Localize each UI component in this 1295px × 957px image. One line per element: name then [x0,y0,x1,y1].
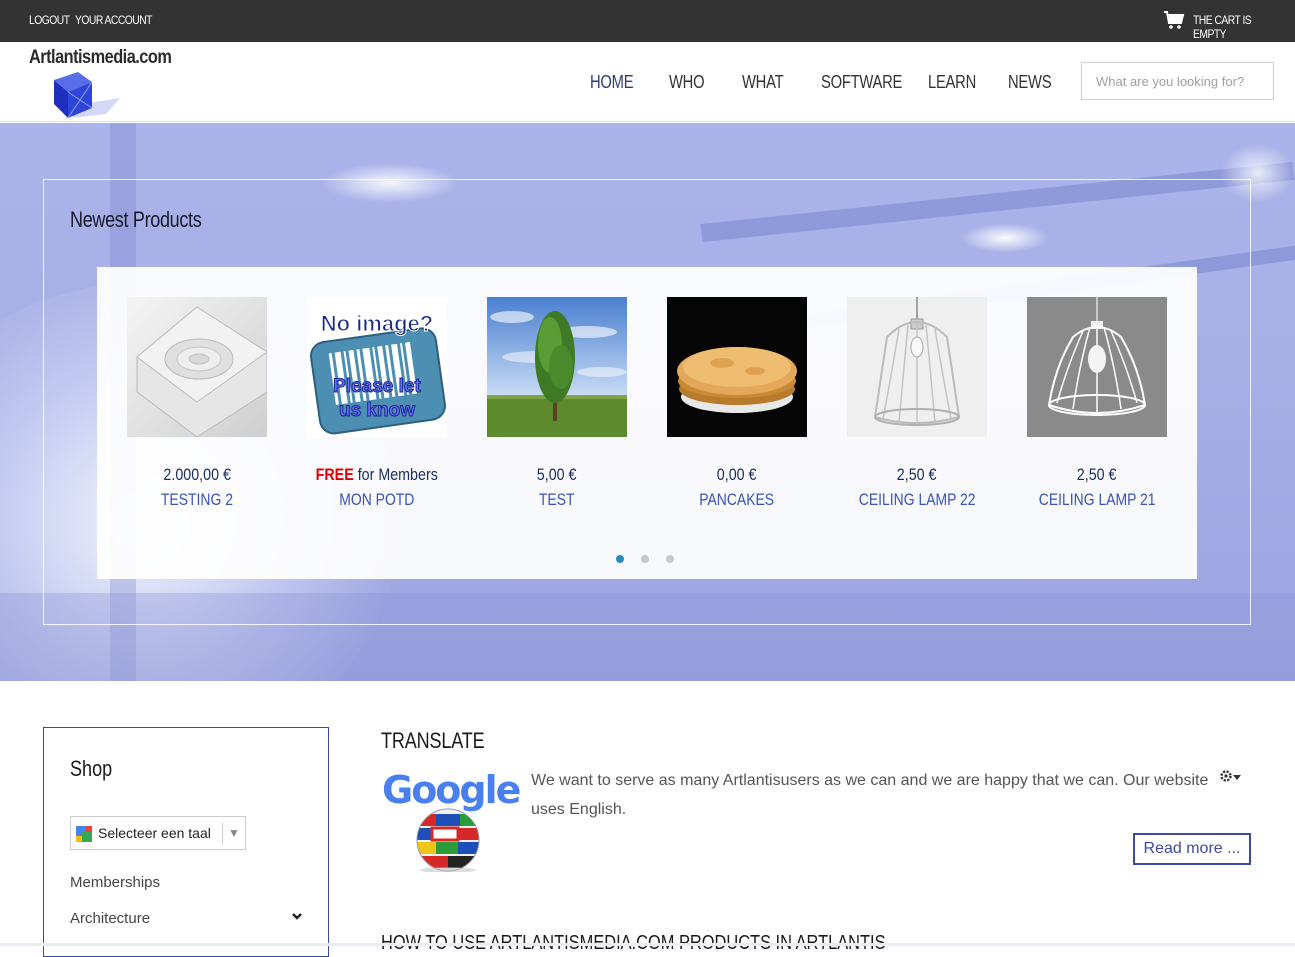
product-name-link[interactable]: CEILING LAMP 22 [827,490,1007,510]
language-select[interactable]: Selecteer een taal ▼ [70,816,246,850]
free-badge: FREE [315,465,354,484]
translate-title: TRANSLATE [381,728,485,753]
gear-dropdown-icon[interactable] [1219,769,1245,787]
price-suffix: for Members [353,465,439,484]
select-divider [222,823,223,845]
google-translate-logo: Google [380,768,521,872]
dropdown-arrow-icon: ▼ [228,826,240,840]
top-bar: LOGOUT YOUR ACCOUNT THE CART IS EMPTY [0,0,1295,42]
carousel-dot-3[interactable] [666,555,674,563]
globe-flags-icon [416,808,480,872]
nav-software[interactable]: SOFTWARE [821,72,902,93]
product-card[interactable]: 0,00 € PANCAKES [667,297,807,527]
cube-logo-icon[interactable] [48,70,124,122]
product-thumbnail[interactable]: No image? Please let us know [307,297,447,437]
product-name-link[interactable]: TEST [467,490,647,510]
shop-link-memberships[interactable]: Memberships [70,874,160,891]
product-price: 2,50 € [1077,465,1117,484]
product-card[interactable]: No image? Please let us know FREE for Me… [307,297,447,527]
product-thumbnail[interactable] [1027,297,1167,437]
product-name-link[interactable]: CEILING LAMP 21 [1007,490,1187,510]
nav-news[interactable]: NEWS [1008,72,1052,93]
shop-link-architecture[interactable]: Architecture [70,910,150,927]
no-image-text: Please let [333,376,422,398]
account-link[interactable]: YOUR ACCOUNT [75,13,152,27]
product-card[interactable]: 2,50 € CEILING LAMP 21 [1027,297,1167,527]
carousel-dot-2[interactable] [641,555,649,563]
no-image-text: No image? [320,311,434,337]
no-image-text: us know [338,400,415,422]
chevron-down-icon[interactable] [290,912,304,922]
product-price: 2.000,00 € [163,465,231,484]
search-input[interactable] [1081,62,1274,100]
hero-banner: Newest Products 2.000,00 € TESTING 2 No … [0,123,1295,681]
read-more-button[interactable]: Read more ... [1133,833,1251,865]
carousel-dot-1[interactable] [616,555,624,563]
site-header: Artlantismedia.com HOME WHO WHAT SOFTWAR… [0,42,1295,122]
nav-home[interactable]: HOME [590,72,634,93]
product-thumbnail[interactable] [487,297,627,437]
product-name-link[interactable]: TESTING 2 [107,490,287,510]
nav-learn[interactable]: LEARN [928,72,976,93]
product-card[interactable]: 2,50 € CEILING LAMP 22 [847,297,987,527]
cart-status[interactable]: THE CART IS EMPTY [1193,13,1281,41]
product-card[interactable]: 2.000,00 € TESTING 2 [127,297,267,527]
product-price: FREE for Members [287,465,467,485]
shop-title: Shop [70,756,113,781]
language-select-label: Selecteer een taal [98,825,211,841]
translate-description: We want to serve as many Artlantisusers … [531,772,1209,818]
product-price: 0,00 € [717,465,757,484]
product-card[interactable]: 5,00 € TEST [487,297,627,527]
logout-link[interactable]: LOGOUT [29,13,70,27]
product-thumbnail[interactable] [127,297,267,437]
product-thumbnail[interactable] [847,297,987,437]
product-name-link[interactable]: PANCAKES [647,490,827,510]
google-translate-icon [76,826,92,842]
site-name[interactable]: Artlantismedia.com [29,47,172,69]
product-price: 5,00 € [537,465,577,484]
shop-sidebar: Shop Selecteer een taal ▼ Memberships Ar… [43,727,329,957]
nav-what[interactable]: WHAT [742,72,784,93]
product-thumbnail[interactable] [667,297,807,437]
nav-who[interactable]: WHO [669,72,705,93]
cart-icon[interactable] [1163,10,1185,30]
product-carousel: 2.000,00 € TESTING 2 No image? Please le… [97,267,1197,579]
newest-products-title: Newest Products [70,207,202,232]
google-logo-text: Google [382,768,521,812]
product-price: 2,50 € [897,465,937,484]
product-name-link[interactable]: MON POTD [287,490,467,510]
